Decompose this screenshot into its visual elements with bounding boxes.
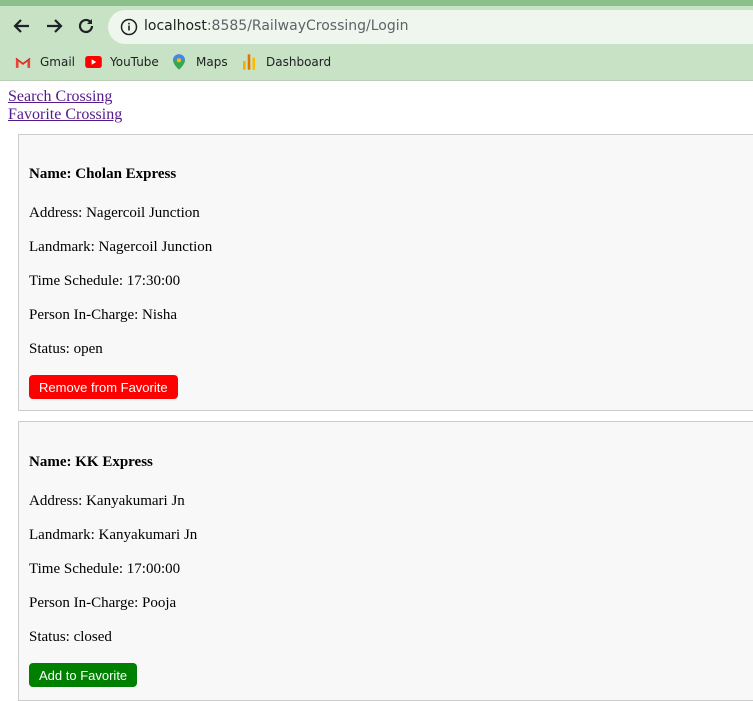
crossing-person-in-charge: Person In-Charge: Pooja [29,595,177,611]
bookmark-maps[interactable]: Maps [170,52,228,72]
bookmark-label: Maps [196,55,228,69]
crossing-name: Name: KK Express [29,454,153,470]
gmail-icon [14,53,32,71]
crossing-card: Name: Cholan Express Address: Nagercoil … [18,134,753,411]
url-path: :8585/RailwayCrossing/Login [206,18,409,34]
crossing-card: Name: KK Express Address: Kanyakumari Jn… [18,421,753,701]
reload-icon [78,18,94,34]
tab-strip-edge [0,0,753,6]
back-button[interactable] [10,14,34,38]
forward-arrow-icon [47,19,63,33]
crossing-status: Status: open [29,341,103,357]
search-crossing-link[interactable]: Search Crossing [8,88,122,106]
crossing-schedule: Time Schedule: 17:00:00 [29,561,181,577]
forward-button[interactable] [42,14,66,38]
url-text: localhost:8585/RailwayCrossing/Login [144,18,409,34]
info-icon [120,18,138,36]
url-host: localhost [144,18,207,34]
crossing-landmark: Landmark: Nagercoil Junction [29,239,213,255]
crossing-landmark: Landmark: Kanyakumari Jn [29,527,198,543]
crossing-person-in-charge: Person In-Charge: Nisha [29,307,178,323]
bookmark-gmail[interactable]: Gmail [14,52,75,72]
crossing-address: Address: Kanyakumari Jn [29,493,185,509]
page-content: Search Crossing Favorite Crossing Name: … [0,81,753,701]
crossing-address: Address: Nagercoil Junction [29,205,200,221]
address-bar[interactable]: localhost:8585/RailwayCrossing/Login [108,10,753,44]
bookmark-label: YouTube [110,55,159,69]
bookmark-dashboard[interactable]: Dashboard [240,52,331,72]
nav-links: Search Crossing Favorite Crossing [8,88,122,124]
back-arrow-icon [13,19,29,33]
favorite-crossing-link[interactable]: Favorite Crossing [8,106,122,124]
bookmark-label: Gmail [40,55,76,69]
dashboard-icon [240,53,258,71]
youtube-icon [84,53,102,71]
bookmark-label: Dashboard [266,55,332,69]
bookmark-youtube[interactable]: YouTube [84,52,159,72]
remove-from-favorite-button[interactable]: Remove from Favorite [29,375,178,399]
browser-chrome: localhost:8585/RailwayCrossing/Login Gma… [0,0,753,80]
reload-button[interactable] [74,14,98,38]
crossing-name: Name: Cholan Express [29,166,177,182]
crossing-status: Status: closed [29,629,112,645]
maps-pin-icon [170,53,188,71]
crossing-schedule: Time Schedule: 17:30:00 [29,273,181,289]
add-to-favorite-button[interactable]: Add to Favorite [29,663,138,687]
